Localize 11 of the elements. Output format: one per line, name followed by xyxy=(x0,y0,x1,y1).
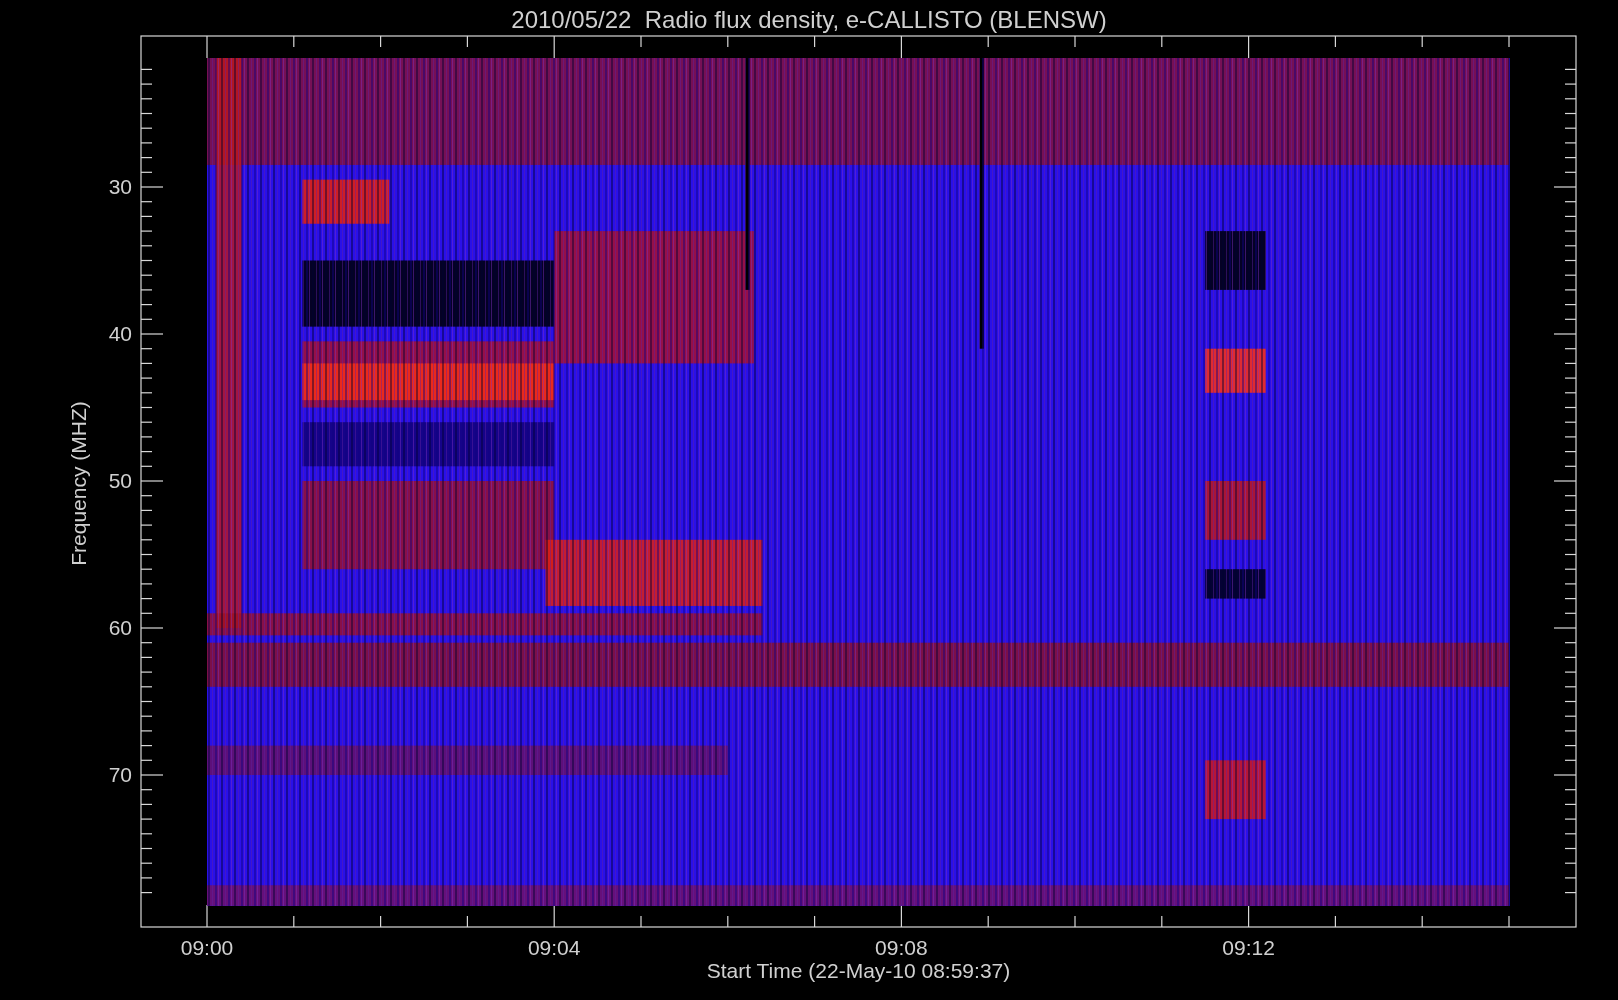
x-tick-label: 09:08 xyxy=(874,937,929,958)
y-tick-label: 70 xyxy=(107,764,132,785)
x-tick-label: 09:04 xyxy=(526,937,582,958)
chart-title: 2010/05/22 Radio flux density, e-CALLISTO (BLENSW) xyxy=(510,5,1108,35)
x-tick-label: 09:00 xyxy=(179,937,235,958)
y-tick-label: 60 xyxy=(107,617,132,638)
x-tick-label: 09:12 xyxy=(1221,937,1276,958)
y-tick-label: 40 xyxy=(107,323,132,344)
x-axis-label: Start Time (22-May-10 08:59:37) xyxy=(705,960,1012,981)
y-tick-label: 30 xyxy=(107,176,132,197)
y-axis-label: Frequency (MHZ) xyxy=(67,400,89,566)
